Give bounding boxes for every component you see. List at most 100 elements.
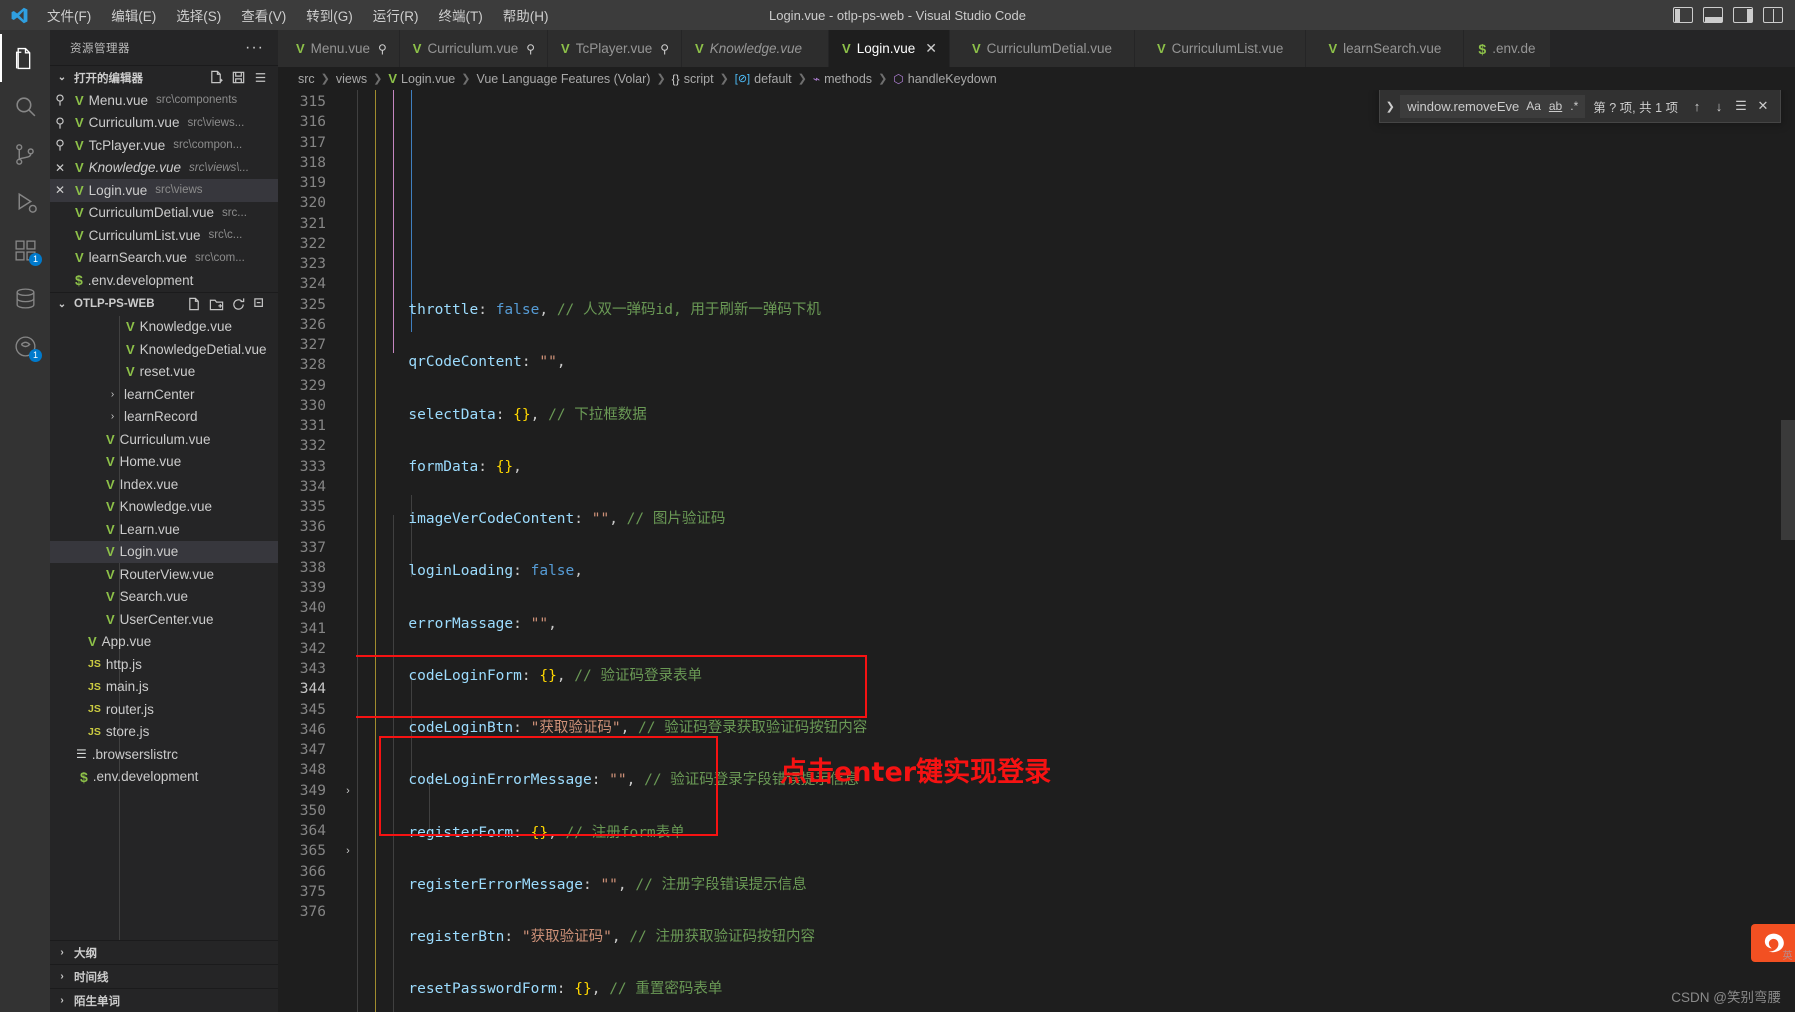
tree-item[interactable]: V Knowledge.vue xyxy=(50,496,278,519)
open-editor-item[interactable]: ✕ V Knowledge.vue src\views\... xyxy=(50,157,278,180)
breadcrumb-volar[interactable]: Vue Language Features (Volar) xyxy=(476,72,650,86)
new-folder-icon[interactable] xyxy=(209,297,224,312)
match-case-icon[interactable]: Aa xyxy=(1524,99,1543,113)
open-editor-item[interactable]: ⚲ V TcPlayer.vue src\compon... xyxy=(50,134,278,157)
code-line[interactable]: codeLoginErrorMessage: "", // 验证码登录字段错误提… xyxy=(356,770,1795,790)
tree-item[interactable]: V Knowledge.vue xyxy=(50,316,278,339)
code-line[interactable]: registerBtn: "获取验证码", // 注册获取验证码按钮内容 xyxy=(356,927,1795,947)
activity-explorer[interactable] xyxy=(0,34,50,82)
menu-run[interactable]: 运行(R) xyxy=(364,1,428,29)
tree-item[interactable]: V KnowledgeDetial.vue xyxy=(50,338,278,361)
refresh-icon[interactable] xyxy=(231,297,246,312)
open-editor-item[interactable]: V learnSearch.vue src\com... xyxy=(50,247,278,270)
close-icon[interactable]: ✕ xyxy=(925,40,937,57)
fold-expand-icon[interactable]: › xyxy=(340,781,356,801)
open-editor-item[interactable]: ⚲ V Curriculum.vue src\views... xyxy=(50,112,278,135)
breadcrumb-methods[interactable]: ⌁ methods xyxy=(813,72,872,86)
breadcrumb-login-vue[interactable]: V Login.vue xyxy=(388,71,455,86)
activity-source-control[interactable] xyxy=(0,130,50,178)
next-match-icon[interactable]: ↓ xyxy=(1708,99,1730,114)
tab-tcplayer-vue[interactable]: V TcPlayer.vue ⚲ xyxy=(548,30,683,67)
menu-view[interactable]: 查看(V) xyxy=(232,1,295,29)
tree-item[interactable]: JS http.js xyxy=(50,653,278,676)
open-editor-item[interactable]: ⚲ V Menu.vue src\components xyxy=(50,89,278,112)
open-editor-item[interactable]: V CurriculumList.vue src\c... xyxy=(50,224,278,247)
activity-bar[interactable]: 1 1 xyxy=(0,30,50,1012)
code-line[interactable]: registerForm: {}, // 注册form表单 xyxy=(356,823,1795,843)
open-editor-item[interactable]: $ .env.development xyxy=(50,269,278,292)
tab-curriculum-vue[interactable]: V Curriculum.vue ⚲ xyxy=(399,30,549,67)
breadcrumb-src[interactable]: src xyxy=(298,72,315,86)
tree-item[interactable]: $ .env.development xyxy=(50,766,278,789)
find-widget[interactable]: ❯ window.removeEvei Aa ab .* 第 ? 项, 共 1 … xyxy=(1379,90,1781,123)
previous-match-icon[interactable]: ↑ xyxy=(1686,99,1708,114)
tab-login-vue[interactable]: V Login.vue ✕ xyxy=(829,30,950,67)
chevron-right-icon[interactable]: › xyxy=(54,971,70,982)
activity-remote-explorer[interactable] xyxy=(0,274,50,322)
tree-item[interactable]: V Search.vue xyxy=(50,586,278,609)
tab-knowledge-vue[interactable]: V Knowledge.vue xyxy=(682,30,830,67)
breadcrumb-views[interactable]: views xyxy=(336,72,367,86)
code-line[interactable]: imageVerCodeContent: "", // 图片验证码 xyxy=(356,509,1795,529)
editor-scrollbar[interactable] xyxy=(1781,90,1795,1012)
save-all-icon[interactable] xyxy=(231,70,246,85)
open-editors-actions[interactable] xyxy=(209,70,278,85)
activity-run-debug[interactable] xyxy=(0,178,50,226)
code-editor[interactable]: 315 316 317 318 319 320 321 322 323 324 … xyxy=(278,90,1795,1012)
workspace-actions[interactable] xyxy=(187,297,278,312)
code-line[interactable]: codeLoginForm: {}, // 验证码登录表单 xyxy=(356,666,1795,686)
find-query-value[interactable]: window.removeEvei xyxy=(1407,99,1520,114)
chevron-down-icon[interactable]: ⌄ xyxy=(54,72,70,83)
toggle-panel-icon[interactable] xyxy=(1703,7,1723,23)
open-editor-item[interactable]: V CurriculumDetial.vue src... xyxy=(50,202,278,225)
menu-select[interactable]: 选择(S) xyxy=(167,1,230,29)
tree-item-selected[interactable]: V Login.vue xyxy=(50,540,278,563)
tree-item[interactable]: ☰ .browserslistrc xyxy=(50,743,278,766)
tab-curriculumlist-vue[interactable]: V CurriculumList.vue xyxy=(1134,30,1307,67)
pin-icon[interactable]: ⚲ xyxy=(660,42,669,56)
breadcrumb[interactable]: src ❯ views ❯ V Login.vue ❯ Vue Language… xyxy=(278,67,1795,90)
fold-expand-icon[interactable]: › xyxy=(340,841,356,861)
tree-item[interactable]: V UserCenter.vue xyxy=(50,608,278,631)
toggle-replace-icon[interactable]: ❯ xyxy=(1380,100,1400,113)
tree-item[interactable]: V Curriculum.vue xyxy=(50,428,278,451)
folding-gutter[interactable]: › › xyxy=(340,90,356,1012)
code-line[interactable]: selectData: {}, // 下拉框数据 xyxy=(356,405,1795,425)
chevron-right-icon[interactable]: › xyxy=(54,995,70,1006)
chevron-right-icon[interactable]: › xyxy=(106,389,119,400)
close-icon[interactable]: ✕ xyxy=(1752,98,1774,114)
tree-item[interactable]: V reset.vue xyxy=(50,361,278,384)
toggle-primary-sidebar-icon[interactable] xyxy=(1673,7,1693,23)
activity-extensions[interactable]: 1 xyxy=(0,226,50,274)
use-regex-icon[interactable]: .* xyxy=(1568,99,1580,113)
new-file-icon[interactable] xyxy=(187,297,202,312)
chevron-down-icon[interactable]: ⌄ xyxy=(54,299,70,310)
tab-curriculumdetial-vue[interactable]: V CurriculumDetial.vue xyxy=(950,30,1135,67)
new-file-icon[interactable] xyxy=(209,70,224,85)
tab-menu-vue[interactable]: V Menu.vue ⚲ xyxy=(278,30,400,67)
close-icon[interactable]: ✕ xyxy=(50,183,70,197)
tree-item[interactable]: › learnCenter xyxy=(50,383,278,406)
outline-panel-header[interactable]: › 大纲 xyxy=(50,940,278,964)
collapse-all-icon[interactable] xyxy=(253,297,268,312)
tree-item[interactable]: JS main.js xyxy=(50,676,278,699)
tab-env-development[interactable]: $ .env.de xyxy=(1464,30,1551,67)
pin-icon[interactable]: ⚲ xyxy=(50,137,70,153)
menu-help[interactable]: 帮助(H) xyxy=(494,1,558,29)
pin-icon[interactable]: ⚲ xyxy=(526,42,535,56)
pin-icon[interactable]: ⚲ xyxy=(50,92,70,108)
toggle-secondary-sidebar-icon[interactable] xyxy=(1733,7,1753,23)
tree-item[interactable]: JS store.js xyxy=(50,721,278,744)
code-line[interactable]: errorMassage: "", xyxy=(356,614,1795,634)
tab-learnsearch-vue[interactable]: V learnSearch.vue xyxy=(1306,30,1465,67)
collapse-all-icon[interactable] xyxy=(253,70,268,85)
find-in-selection-icon[interactable]: ☰ xyxy=(1730,98,1752,114)
close-icon[interactable]: ✕ xyxy=(50,161,70,175)
code-content[interactable]: throttle: false, // 人双一弹码id, 用于刷新一弹码下机 q… xyxy=(356,90,1795,1012)
menu-edit[interactable]: 编辑(E) xyxy=(102,1,165,29)
tree-item[interactable]: V Home.vue xyxy=(50,451,278,474)
pin-icon[interactable]: ⚲ xyxy=(50,115,70,131)
open-editor-item-selected[interactable]: ✕ V Login.vue src\views xyxy=(50,179,278,202)
editor-tab-bar[interactable]: V Menu.vue ⚲ V Curriculum.vue ⚲ V TcPlay… xyxy=(278,30,1795,67)
code-line[interactable]: qrCodeContent: "", xyxy=(356,352,1795,372)
